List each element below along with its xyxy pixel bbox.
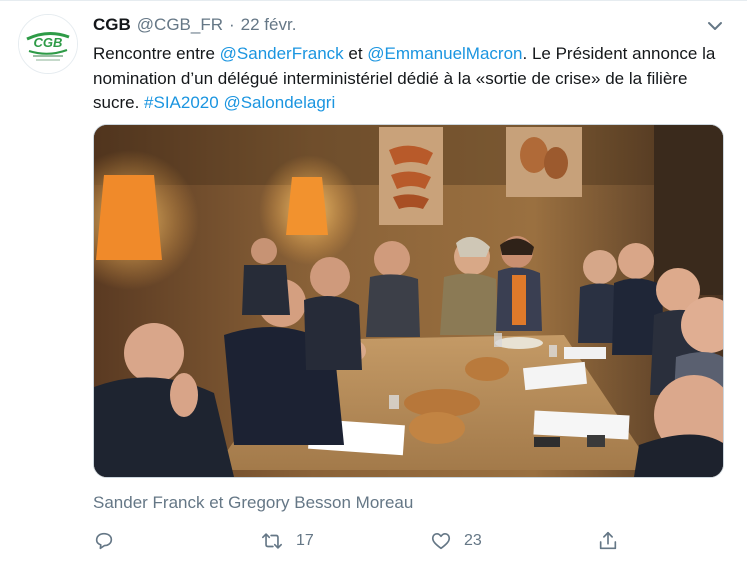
chevron-down-icon[interactable] <box>703 14 727 38</box>
user-handle[interactable]: @CGB_FR <box>137 15 223 35</box>
reply-button[interactable] <box>93 528 127 554</box>
avatar[interactable]: CGB <box>18 14 78 74</box>
tweet-photo[interactable] <box>93 124 724 478</box>
retweet-icon <box>260 530 284 552</box>
tweet-date[interactable]: 22 févr. <box>241 15 297 35</box>
photo-meeting-image <box>94 125 723 477</box>
mention-emmanuelmacron[interactable]: @EmmanuelMacron <box>367 44 522 63</box>
divider <box>0 0 747 1</box>
cgb-logo-icon: CGB <box>19 15 77 73</box>
tweet-actions: 17 23 <box>93 528 633 554</box>
hashtag-sia2020[interactable]: #SIA2020 <box>144 93 219 112</box>
like-button[interactable]: 23 <box>430 528 482 554</box>
display-name[interactable]: CGB <box>93 15 131 35</box>
reply-icon <box>93 530 115 552</box>
heart-icon <box>430 530 452 552</box>
tweet-text: Rencontre entre @SanderFranck et @Emmanu… <box>93 42 733 116</box>
retweet-button[interactable]: 17 <box>260 528 314 554</box>
tweet-header: CGB @CGB_FR · 22 févr. <box>93 15 296 37</box>
share-button[interactable] <box>597 528 631 554</box>
tweet-card[interactable]: CGB CGB @CGB_FR · 22 févr. Rencontre ent… <box>0 0 747 567</box>
avatar-logo-text: CGB <box>34 35 63 50</box>
photo-caption: Sander Franck et Gregory Besson Moreau <box>93 493 414 512</box>
text-segment: et <box>343 44 368 63</box>
share-icon <box>597 530 619 552</box>
retweet-count: 17 <box>296 532 314 549</box>
mention-salondelagri[interactable]: @Salondelagri <box>223 93 335 112</box>
text-segment: Rencontre entre <box>93 44 220 63</box>
separator-dot: · <box>229 15 235 34</box>
mention-sanderfranck[interactable]: @SanderFranck <box>220 44 344 63</box>
like-count: 23 <box>464 532 482 549</box>
